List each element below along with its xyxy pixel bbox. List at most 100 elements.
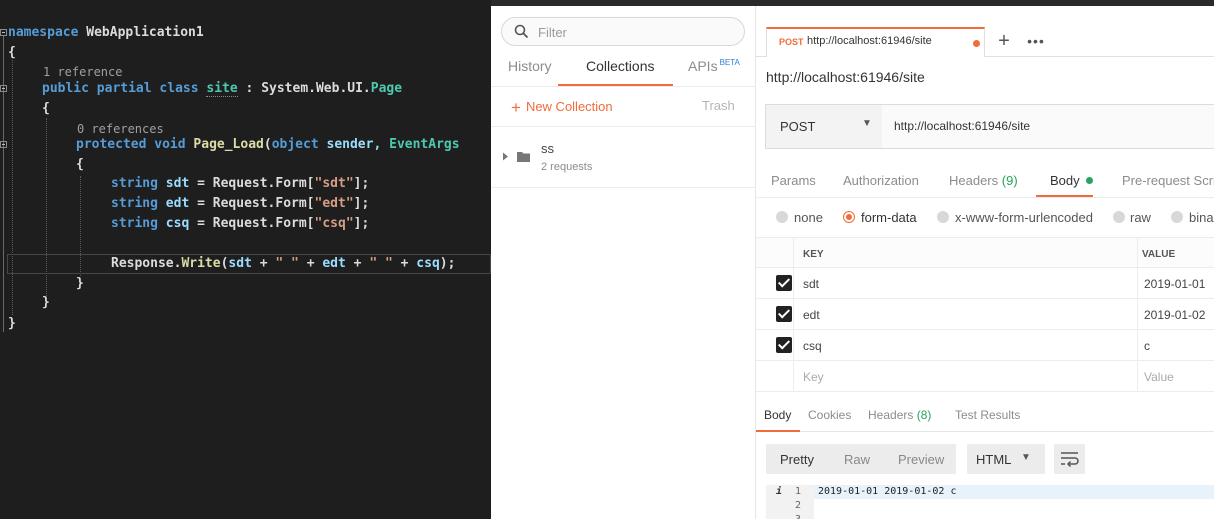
filter-box[interactable] [501, 17, 745, 46]
indent-guide [12, 60, 13, 315]
codelens-references[interactable]: 1 reference [43, 63, 122, 81]
wrap-lines-button[interactable] [1054, 444, 1085, 474]
code-line: protected void Page_Load(object sender, … [76, 137, 460, 152]
radio-label-binary[interactable]: binary [1189, 210, 1214, 225]
key-cell[interactable]: csq [803, 339, 822, 353]
folder-icon [517, 152, 530, 162]
url-input[interactable]: http://localhost:61946/site [882, 105, 1214, 148]
radio-none[interactable] [776, 211, 788, 223]
code-line: string sdt = Request.Form["sdt"]; [111, 176, 370, 191]
code-line: public partial class site : System.Web.U… [42, 81, 403, 97]
url-bar: POST ▼ http://localhost:61946/site [765, 104, 1214, 149]
row-checkbox[interactable] [776, 337, 792, 353]
request-tab-url: http://localhost:61946/site [807, 35, 932, 47]
code-line: string csq = Request.Form["csq"]; [111, 216, 370, 231]
response-type-select[interactable]: HTML ▼ [967, 444, 1045, 474]
radio-label-none[interactable]: none [794, 210, 823, 225]
radio-label-raw[interactable]: raw [1130, 210, 1151, 225]
divider [756, 431, 1214, 432]
unsaved-dot-icon [973, 40, 980, 47]
plus-icon: + [511, 98, 521, 117]
format-toggle-group: Pretty Raw Preview [766, 444, 956, 474]
code-editor[interactable]: namespace WebApplication1 { 1 reference … [0, 0, 491, 519]
request-tab-method: POST [779, 37, 804, 47]
row-checkbox[interactable] [776, 306, 792, 322]
value-cell[interactable]: c [1144, 339, 1150, 353]
collapse-icon[interactable] [0, 141, 7, 148]
info-icon: i [776, 486, 783, 497]
code-line: { [42, 101, 50, 116]
tab-collections[interactable]: Collections [586, 58, 654, 74]
code-line: { [8, 45, 16, 60]
table-row-empty: Key Value [756, 361, 1214, 392]
divider [756, 197, 1214, 198]
table-header-row: KEY VALUE [756, 237, 1214, 268]
line-number: 2 [795, 500, 802, 511]
more-icon[interactable]: ••• [1020, 27, 1052, 56]
collapse-icon[interactable] [0, 85, 7, 92]
code-line: namespace WebApplication1 [8, 25, 204, 40]
radio-label-form-data[interactable]: form-data [861, 210, 917, 225]
response-body-text: 2019-01-01 2019-01-02 c [818, 486, 957, 497]
key-cell[interactable]: edt [803, 308, 820, 322]
beta-badge: BETA [719, 58, 740, 68]
code-line: } [8, 316, 16, 331]
tab-params[interactable]: Params [771, 173, 816, 188]
column-header-key: KEY [803, 249, 824, 260]
wrap-lines-icon [1061, 452, 1079, 467]
collection-name[interactable]: ss [541, 141, 554, 156]
radio-form-data[interactable] [843, 211, 855, 223]
format-raw[interactable]: Raw [844, 452, 870, 467]
value-placeholder[interactable]: Value [1144, 370, 1174, 384]
request-panel: POST http://localhost:61946/site + ••• h… [756, 6, 1214, 519]
value-cell[interactable]: 2019-01-01 [1144, 277, 1205, 291]
caret-right-icon[interactable] [502, 152, 509, 161]
tab-authorization[interactable]: Authorization [843, 173, 919, 188]
chevron-down-icon: ▼ [862, 118, 872, 129]
outline-margin [3, 36, 4, 332]
response-tab-test-results[interactable]: Test Results [955, 408, 1020, 422]
format-pretty[interactable]: Pretty [780, 452, 814, 467]
sidebar: History Collections APIsBETA +New Collec… [491, 6, 756, 519]
key-placeholder[interactable]: Key [803, 370, 824, 384]
trash-link[interactable]: Trash [702, 98, 735, 113]
radio-urlencoded[interactable] [937, 211, 949, 223]
radio-binary[interactable] [1171, 211, 1183, 223]
response-tab-headers[interactable]: Headers (8) [868, 408, 931, 422]
collection-item[interactable] [491, 127, 755, 187]
collection-request-count: 2 requests [541, 161, 593, 173]
response-tab-cookies[interactable]: Cookies [808, 408, 851, 422]
response-body-viewer[interactable]: i 1 2 3 2019-01-01 2019-01-02 c [766, 485, 1214, 519]
collapse-icon[interactable] [0, 29, 7, 36]
new-tab-button[interactable]: + [989, 27, 1019, 56]
code-line: } [42, 295, 50, 310]
new-collection-button[interactable]: + New Collection [511, 98, 613, 118]
table-row: csq c [756, 330, 1214, 361]
value-cell[interactable]: 2019-01-02 [1144, 308, 1205, 322]
filter-input[interactable] [538, 23, 728, 41]
method-select[interactable]: POST ▼ [766, 105, 883, 148]
radio-raw[interactable] [1113, 211, 1125, 223]
line-number: 3 [795, 514, 801, 519]
tab-body[interactable]: Body [1050, 173, 1093, 188]
tab-headers[interactable]: Headers (9) [949, 173, 1018, 188]
url-value: http://localhost:61946/site [894, 119, 1031, 133]
line-gutter [766, 485, 814, 519]
tab-apis[interactable]: APIs BETA [688, 58, 740, 74]
key-cell[interactable]: sdt [803, 277, 819, 291]
code-line: } [76, 276, 84, 291]
body-indicator-dot [1085, 177, 1093, 184]
column-header-value: VALUE [1142, 249, 1176, 260]
code-line: { [76, 157, 84, 172]
tab-pre-request-script[interactable]: Pre-request Script [1122, 173, 1214, 188]
active-tab-indicator [756, 430, 800, 432]
tab-history[interactable]: History [508, 58, 552, 74]
line-number: 1 [795, 486, 802, 497]
row-checkbox[interactable] [776, 275, 792, 291]
chevron-down-icon: ▼ [1021, 452, 1031, 463]
request-tab[interactable]: POST http://localhost:61946/site [766, 27, 985, 57]
code-line: Response.Write(sdt + " " + edt + " " + c… [111, 256, 456, 271]
response-tab-body[interactable]: Body [764, 408, 791, 422]
radio-label-urlencoded[interactable]: x-www-form-urlencoded [955, 210, 1093, 225]
format-preview[interactable]: Preview [898, 452, 944, 467]
